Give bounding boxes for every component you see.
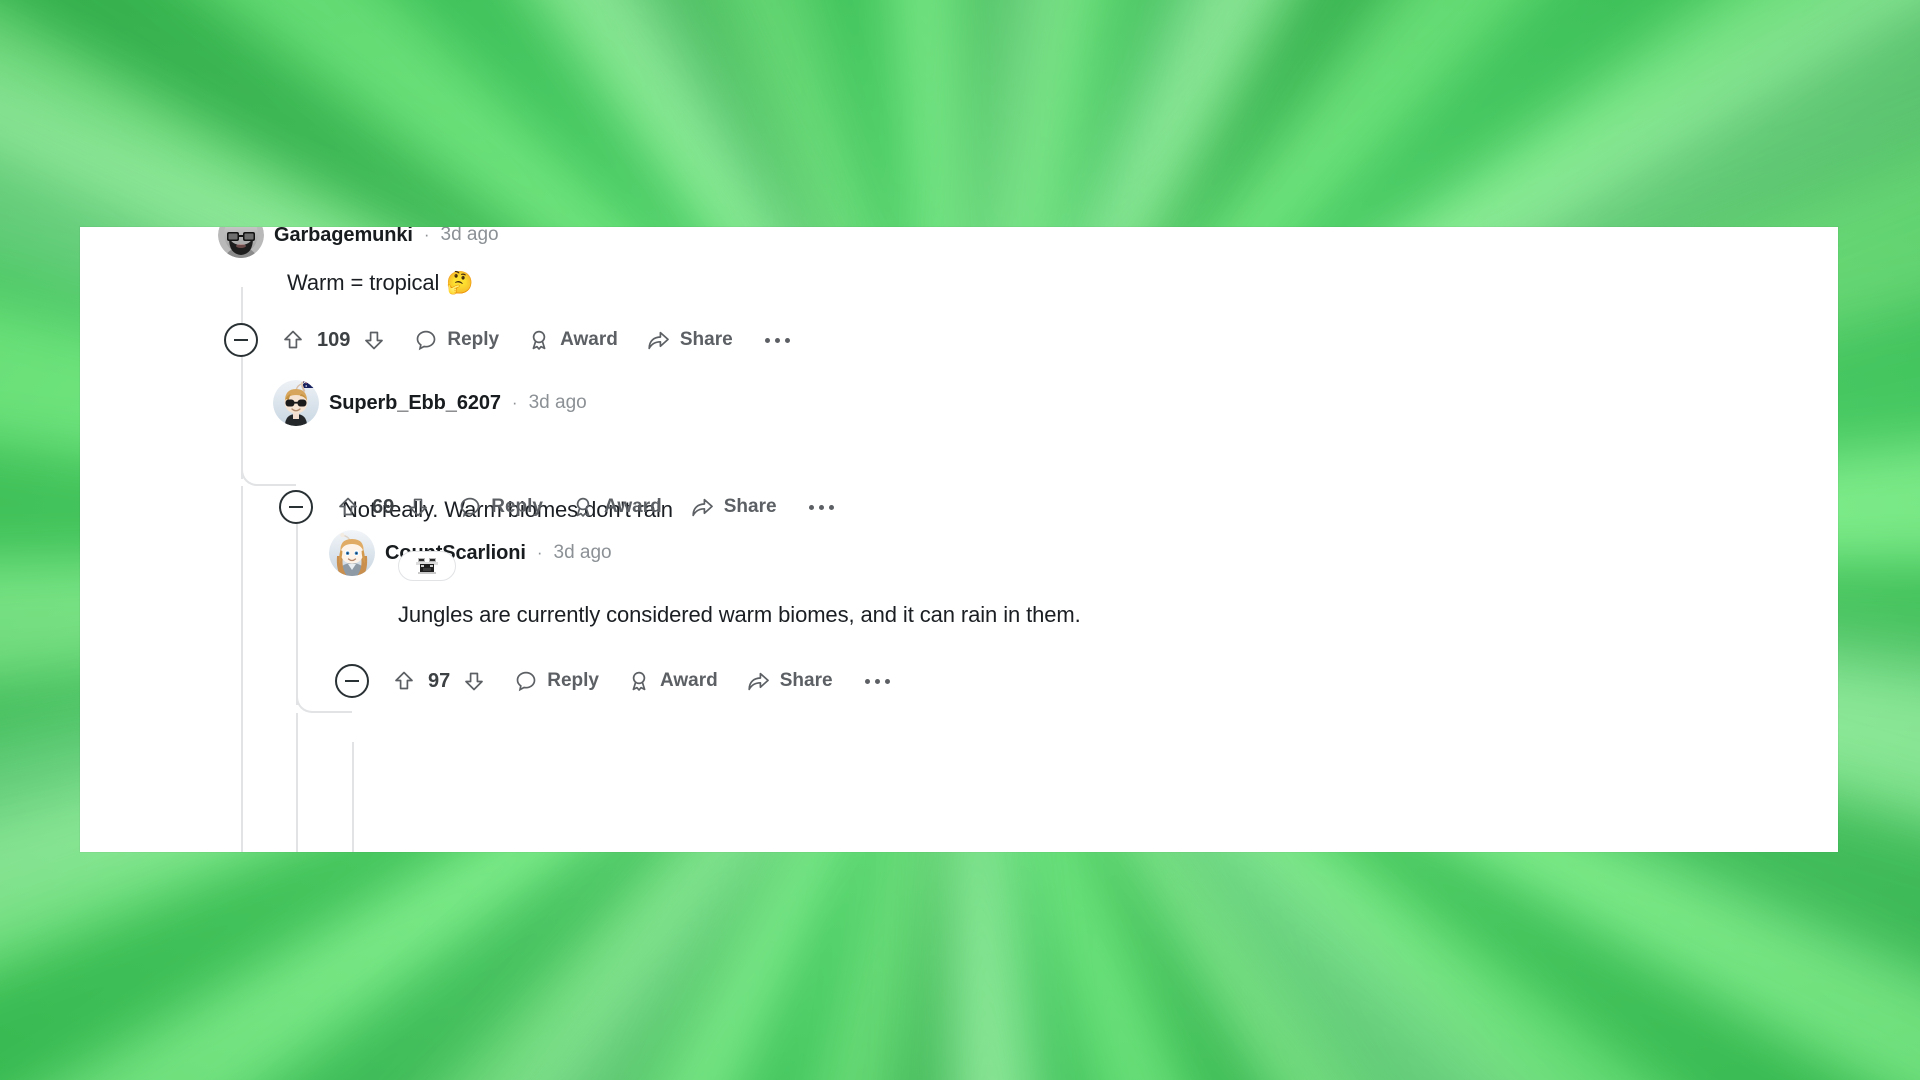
collapse-thread-button[interactable] (335, 664, 369, 698)
vote-count: 69 (372, 495, 395, 518)
comment-bubble-icon (516, 671, 536, 692)
avatar[interactable] (329, 530, 375, 576)
comment-header-2: Superb_Ebb_6207 · 3d ago (273, 380, 587, 426)
ellipsis-dot (784, 337, 790, 343)
collapse-thread-button[interactable] (279, 490, 313, 524)
meta-separator: · (536, 543, 543, 562)
award-label: Award (560, 329, 618, 350)
comment-thread-card: Garbagemunki · 3d ago Warm = tropical 🤔 1… (80, 227, 1838, 852)
more-options-button[interactable] (761, 337, 794, 343)
thread-line-level-2-continued[interactable] (296, 713, 298, 852)
ellipsis-dot (774, 337, 780, 343)
more-options-button[interactable] (805, 504, 838, 510)
ellipsis-dot (818, 504, 824, 510)
comment-username[interactable]: Garbagemunki (274, 227, 413, 247)
share-label: Share (723, 496, 777, 517)
thread-curve-to-level-2 (241, 450, 296, 486)
comment-body-1: Warm = tropical 🤔 (287, 268, 474, 298)
award-button[interactable]: Award (571, 487, 662, 527)
comment-actions-3: 97 Reply Award Share (335, 661, 894, 701)
vote-count: 109 (317, 328, 351, 351)
upvote-arrow-icon (284, 330, 302, 349)
upvote-button[interactable] (392, 661, 416, 701)
award-ribbon-icon (632, 671, 646, 691)
meta-separator: · (423, 227, 430, 244)
downvote-button[interactable] (362, 320, 386, 360)
more-options-button[interactable] (861, 678, 894, 684)
downvote-arrow-icon (465, 672, 484, 691)
award-label: Award (604, 496, 662, 517)
vote-group: 109 (281, 320, 386, 360)
comment-body-3: Jungles are currently considered warm bi… (398, 600, 1081, 630)
collapse-thread-button[interactable] (224, 323, 258, 357)
thread-line-level-1-continued[interactable] (241, 486, 243, 852)
award-ribbon-icon (576, 497, 590, 517)
ellipsis-dot (864, 678, 870, 684)
award-ribbon-icon (532, 330, 546, 350)
avatar-snoo-superb-ebb (273, 380, 319, 426)
comment-timestamp: 3d ago (528, 392, 587, 413)
vote-group: 69 (336, 487, 430, 527)
share-arrow-icon (648, 331, 669, 350)
comment-username[interactable]: Superb_Ebb_6207 (329, 392, 501, 415)
ellipsis-dot (874, 678, 880, 684)
downvote-button[interactable] (406, 487, 430, 527)
user-flair-badge[interactable] (398, 551, 456, 581)
downvote-button[interactable] (462, 661, 486, 701)
share-button[interactable]: Share (646, 320, 733, 360)
comment-bubble-icon (417, 330, 436, 351)
award-button[interactable]: Award (627, 661, 718, 701)
avatar[interactable] (273, 380, 319, 426)
vote-group: 97 (392, 661, 486, 701)
reply-label: Reply (547, 670, 599, 691)
ellipsis-dot (764, 337, 770, 343)
share-arrow-icon (692, 498, 713, 517)
upvote-button[interactable] (281, 320, 305, 360)
comment-timestamp: 3d ago (553, 542, 612, 563)
comment-body-text: Warm = tropical (287, 270, 440, 295)
comment-actions-1: 109 Reply Award Share (224, 320, 794, 360)
thinking-face-emoji: 🤔 (446, 270, 474, 295)
comment-actions-2: 69 Reply Award Share (279, 487, 838, 527)
meta-separator: · (511, 393, 518, 412)
reply-label: Reply (447, 329, 500, 350)
avatar-photo-garbagemunki (218, 227, 264, 258)
share-button[interactable]: Share (690, 487, 777, 527)
comment-header-3: CountScarlioni · 3d ago (329, 530, 612, 576)
vote-count: 97 (428, 669, 451, 692)
reply-button[interactable]: Reply (458, 487, 543, 527)
award-button[interactable]: Award (527, 320, 618, 360)
ellipsis-dot (808, 504, 814, 510)
comment-body-text: Jungles are currently considered warm bi… (398, 602, 1081, 627)
comment-bubble-icon (460, 497, 480, 518)
reply-label: Reply (491, 496, 543, 517)
pixel-mob-face-icon (416, 558, 438, 574)
downvote-arrow-icon (365, 331, 384, 350)
share-arrow-icon (748, 672, 769, 691)
comment-header-1: Garbagemunki · 3d ago (218, 227, 499, 258)
upvote-button[interactable] (336, 487, 360, 527)
share-button[interactable]: Share (746, 661, 833, 701)
comment-timestamp: 3d ago (440, 227, 499, 245)
ellipsis-dot (828, 504, 834, 510)
upvote-arrow-icon (395, 671, 413, 690)
thread-line-level-3[interactable] (352, 742, 354, 852)
share-label: Share (779, 670, 833, 691)
reply-button[interactable]: Reply (514, 661, 599, 701)
avatar-snoo-countscarlioni (329, 530, 375, 576)
ellipsis-dot (884, 678, 890, 684)
upvote-arrow-icon (339, 497, 357, 516)
avatar[interactable] (218, 227, 264, 258)
award-label: Award (660, 670, 718, 691)
downvote-arrow-icon (409, 498, 428, 517)
share-label: Share (679, 329, 733, 350)
reply-button[interactable]: Reply (414, 320, 499, 360)
